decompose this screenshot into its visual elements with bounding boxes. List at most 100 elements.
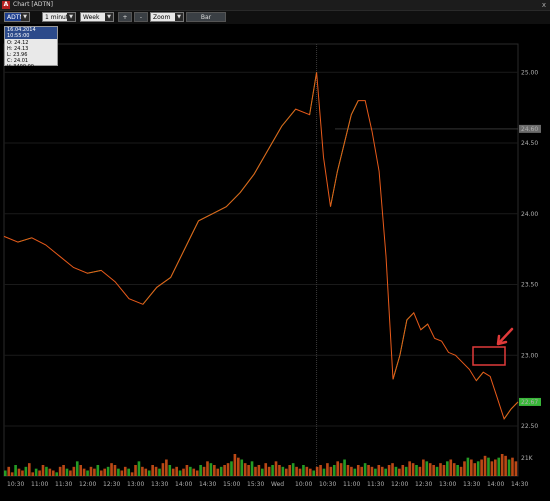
volume-bar [411,463,415,476]
volume-bar [161,463,165,476]
volume-bar [65,468,69,476]
volume-bar [216,468,220,476]
volume-axis-label: 21K [521,455,534,462]
volume-bar [463,461,466,476]
chevron-down-icon: ▼ [67,13,75,21]
volume-bar [4,470,7,476]
volume-bar [264,463,268,476]
volume-bar [134,465,137,476]
volume-bar [7,466,11,476]
zoom-out-button[interactable]: - [134,12,148,22]
y-tick-label: 24.00 [521,211,538,218]
plot-border [3,43,519,477]
volume-bar [374,468,377,476]
volume-bar [192,468,196,476]
volume-bar [38,470,41,476]
interval-select[interactable]: 1 minute ▼ [42,12,76,22]
volume-bar [10,472,14,476]
volume-bar [21,470,24,476]
y-tick-label: 23.50 [521,282,538,289]
volume-bar [473,463,477,476]
close-icon[interactable]: x [542,0,546,10]
window-titlebar: A Chart [ADTN] x [0,0,550,11]
range-select[interactable]: Week ▼ [80,12,114,22]
x-tick-label: 15:30 [247,481,264,488]
volume-bar [130,472,134,476]
volume-bar [435,466,439,476]
volume-bar [75,461,79,476]
volume-bar [494,459,497,476]
ohlc-date: 16.04.2014 10:55:00 [5,27,57,39]
volume-bar [459,466,463,476]
x-tick-label: 10:30 [7,481,24,488]
volume-bar [151,465,154,476]
volume-bar [154,466,158,476]
volume-bar [446,461,449,476]
volume-bar [308,468,312,476]
volume-bar [34,468,38,476]
annotation-arrow-icon [496,327,514,346]
volume-bar [326,463,329,476]
volume-bar [62,465,65,476]
x-tick-label: 14:00 [175,481,192,488]
volume-bar [127,468,130,476]
volume-bar [353,468,357,476]
y-tick-label: 22.50 [521,423,538,430]
chart-grid [3,43,519,477]
volume-bar [72,466,76,476]
volume-bar [356,465,360,476]
volume-bar [93,468,96,476]
volume-bar [425,461,429,476]
volume-bar [175,466,178,476]
volume-bar [305,466,309,476]
volume-bar [110,463,113,476]
chart-type-button[interactable]: Bar [186,12,226,22]
volume-bar [442,465,446,476]
volume-bar [171,468,175,476]
volume-bar [69,470,72,476]
volume-bar [185,465,189,476]
volume-bar [123,466,127,476]
price-chart[interactable]: 25.00 24.50 24.00 23.50 23.00 22.50 10:30 11:0… [0,24,550,501]
volume-bar [117,468,120,476]
volume-bar [339,463,343,476]
x-tick-label: Wed [271,481,284,488]
volume-bar [332,465,336,476]
volume-bar [158,468,161,476]
volume-bar [483,455,487,476]
volume-bar [439,463,442,476]
volume-bar [288,465,292,476]
volume-bar [226,463,230,476]
volume-bar [141,466,144,476]
volume-bar [291,463,295,476]
volume-bar [243,463,247,476]
volume-bar [45,466,48,476]
volume-bar [165,459,168,476]
y-tick-label: 24.50 [521,140,538,147]
zoom-mode-select[interactable]: Zoom ▼ [150,12,184,22]
volume-bar [398,468,401,476]
volume-bar [507,459,511,476]
volume-bar [298,468,302,476]
volume-bar [514,461,518,476]
volume-bar [219,466,223,476]
zoom-in-button[interactable]: + [118,12,132,22]
volume-bar [31,472,35,476]
volume-bar [271,465,274,476]
volume-bar [504,455,507,476]
volume-bar [120,470,124,476]
volume-bar [384,468,387,476]
volume-bar [82,468,86,476]
volume-bar [329,466,333,476]
volume-bar [394,466,398,476]
x-tick-label: 11:30 [55,481,72,488]
volume-bar [278,465,281,476]
volume-bar [48,468,52,476]
volume-bar [408,461,411,476]
volume-bar [315,466,319,476]
volume-bar [490,461,494,476]
zoom-mode-value: Zoom [153,14,171,21]
symbol-select[interactable]: ADTN ▼ [4,12,30,22]
volume-bar [99,470,103,476]
volume-bar [267,466,271,476]
